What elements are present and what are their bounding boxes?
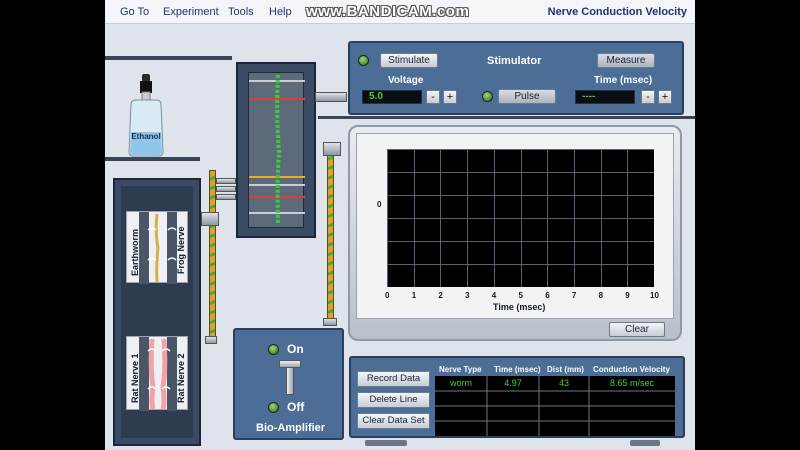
delete-line-button[interactable]: Delete Line: [357, 392, 430, 408]
chamber-stimulator-connector: [315, 92, 347, 102]
oscilloscope-grid: [387, 149, 655, 288]
x-tick-label: 5: [518, 291, 523, 300]
oscilloscope-frame: 0 0 1 2 3 4 5 6 7 8 9 10 Time (msec): [356, 133, 674, 319]
recorder-watermark: www.BANDICAM.com: [306, 3, 470, 20]
time-decrease-button[interactable]: -: [641, 90, 655, 104]
voltage-label: Voltage: [388, 75, 424, 86]
on-led: [268, 344, 279, 355]
chamber-tray: [248, 72, 305, 228]
pulse-led: [482, 91, 493, 102]
cell-time: 4.97: [504, 378, 522, 388]
stimulate-button[interactable]: Stimulate: [380, 53, 438, 68]
ethanol-bottle[interactable]: [123, 74, 169, 158]
x-tick-label: 4: [491, 291, 497, 300]
off-label: Off: [287, 400, 305, 414]
x-axis-label: Time (msec): [493, 302, 546, 312]
clear-data-set-button[interactable]: Clear Data Set: [357, 413, 430, 429]
x-tick-label: 3: [465, 291, 470, 300]
voltage-display: 5.0: [362, 90, 422, 104]
bio-amplifier-title: Bio-Amplifier: [256, 422, 326, 434]
cell-distance: 43: [558, 378, 569, 388]
earthworm-label: Earthworm: [130, 228, 140, 276]
stimulator-title: Stimulator: [487, 55, 542, 67]
power-toggle-switch[interactable]: [279, 360, 301, 396]
nerve-drawer: Earthworm Frog Nerve Rat Nerve 1 Rat Ner…: [113, 178, 201, 446]
cable-right: [327, 150, 334, 322]
x-tick-label: 6: [545, 291, 550, 300]
measure-button[interactable]: Measure: [597, 53, 655, 68]
x-tick-label: 9: [625, 291, 630, 300]
voltage-increase-button[interactable]: +: [443, 90, 457, 104]
clear-button[interactable]: Clear: [609, 322, 665, 337]
x-tick-label: 1: [411, 291, 417, 300]
x-tick-label: 0: [385, 291, 390, 300]
app-window: Go To Experiment Tools Help www.BANDICAM…: [105, 0, 695, 450]
bio-amplifier: On Off Bio-Amplifier: [233, 328, 344, 440]
cell-velocity: 8.65 m/sec: [609, 378, 655, 388]
rat-nerve-1-label: Rat Nerve 1: [130, 353, 140, 403]
pulse-button[interactable]: Pulse: [498, 89, 556, 104]
oscilloscope-screen: [387, 149, 655, 288]
app-title: Nerve Conduction Velocity: [547, 6, 687, 18]
menu-bar: Go To Experiment Tools Help www.BANDICAM…: [105, 0, 695, 24]
time-increase-button[interactable]: +: [658, 90, 672, 104]
x-tick-label: 2: [438, 291, 443, 300]
menu-help[interactable]: Help: [269, 6, 292, 18]
cable-right-plug: [323, 142, 341, 156]
nerve-card-top: Earthworm Frog Nerve: [126, 211, 188, 284]
nerve-drawer-inner: Earthworm Frog Nerve Rat Nerve 1 Rat Ner…: [121, 186, 193, 438]
voltage-decrease-button[interactable]: -: [426, 90, 440, 104]
time-label: Time (msec): [594, 75, 653, 86]
cable-left-plug: [201, 212, 219, 226]
menu-experiment[interactable]: Experiment: [163, 6, 219, 18]
cable-left-base: [205, 336, 217, 344]
x-tick-label: 8: [598, 291, 604, 300]
stimulator-panel: Stimulate Stimulator Measure Voltage 5.0…: [348, 41, 684, 115]
oscilloscope: 0 0 1 2 3 4 5 6 7 8 9 10 Time (msec) Clear: [348, 125, 682, 341]
x-tick-label: 10: [650, 291, 659, 300]
scope-foot-right: [630, 440, 660, 446]
header-time: Time (msec): [494, 365, 541, 374]
table-foot-left: [377, 440, 407, 446]
header-velocity: Conduction Velocity: [593, 365, 670, 374]
off-led: [268, 402, 279, 413]
y-axis-zero-label: 0: [377, 200, 382, 209]
data-panel: Record Data Delete Line Clear Data Set N…: [349, 356, 685, 438]
time-display: ----: [575, 90, 635, 104]
wire-plug-3: [216, 194, 236, 200]
ethanol-label: Ethanol: [131, 132, 161, 141]
nerve-card-bottom: Rat Nerve 1 Rat Nerve 2: [126, 336, 188, 411]
shelf-top: [105, 56, 232, 60]
cable-right-base: [323, 318, 337, 326]
menu-goto[interactable]: Go To: [120, 6, 149, 18]
header-nerve-type: Nerve Type: [439, 365, 482, 374]
header-distance: Dist (mm): [547, 365, 584, 374]
stimulate-led: [358, 55, 369, 66]
cable-left: [209, 170, 216, 340]
wire-plug-1: [216, 178, 236, 184]
chamber-nerve-drawing: [249, 74, 305, 226]
wire-plug-2: [216, 186, 236, 192]
on-label: On: [287, 342, 304, 356]
menu-tools[interactable]: Tools: [228, 6, 254, 18]
record-data-button[interactable]: Record Data: [357, 371, 430, 387]
cell-nerve-type: worm: [450, 378, 472, 388]
data-table: worm 4.97 43 8.65 m/sec: [435, 376, 675, 436]
rat-nerve-2-label: Rat Nerve 2: [176, 353, 186, 403]
frog-nerve-label: Frog Nerve: [176, 226, 186, 274]
nerve-chamber[interactable]: [236, 62, 316, 238]
x-tick-label: 7: [571, 291, 577, 300]
shelf-right: [318, 116, 695, 119]
